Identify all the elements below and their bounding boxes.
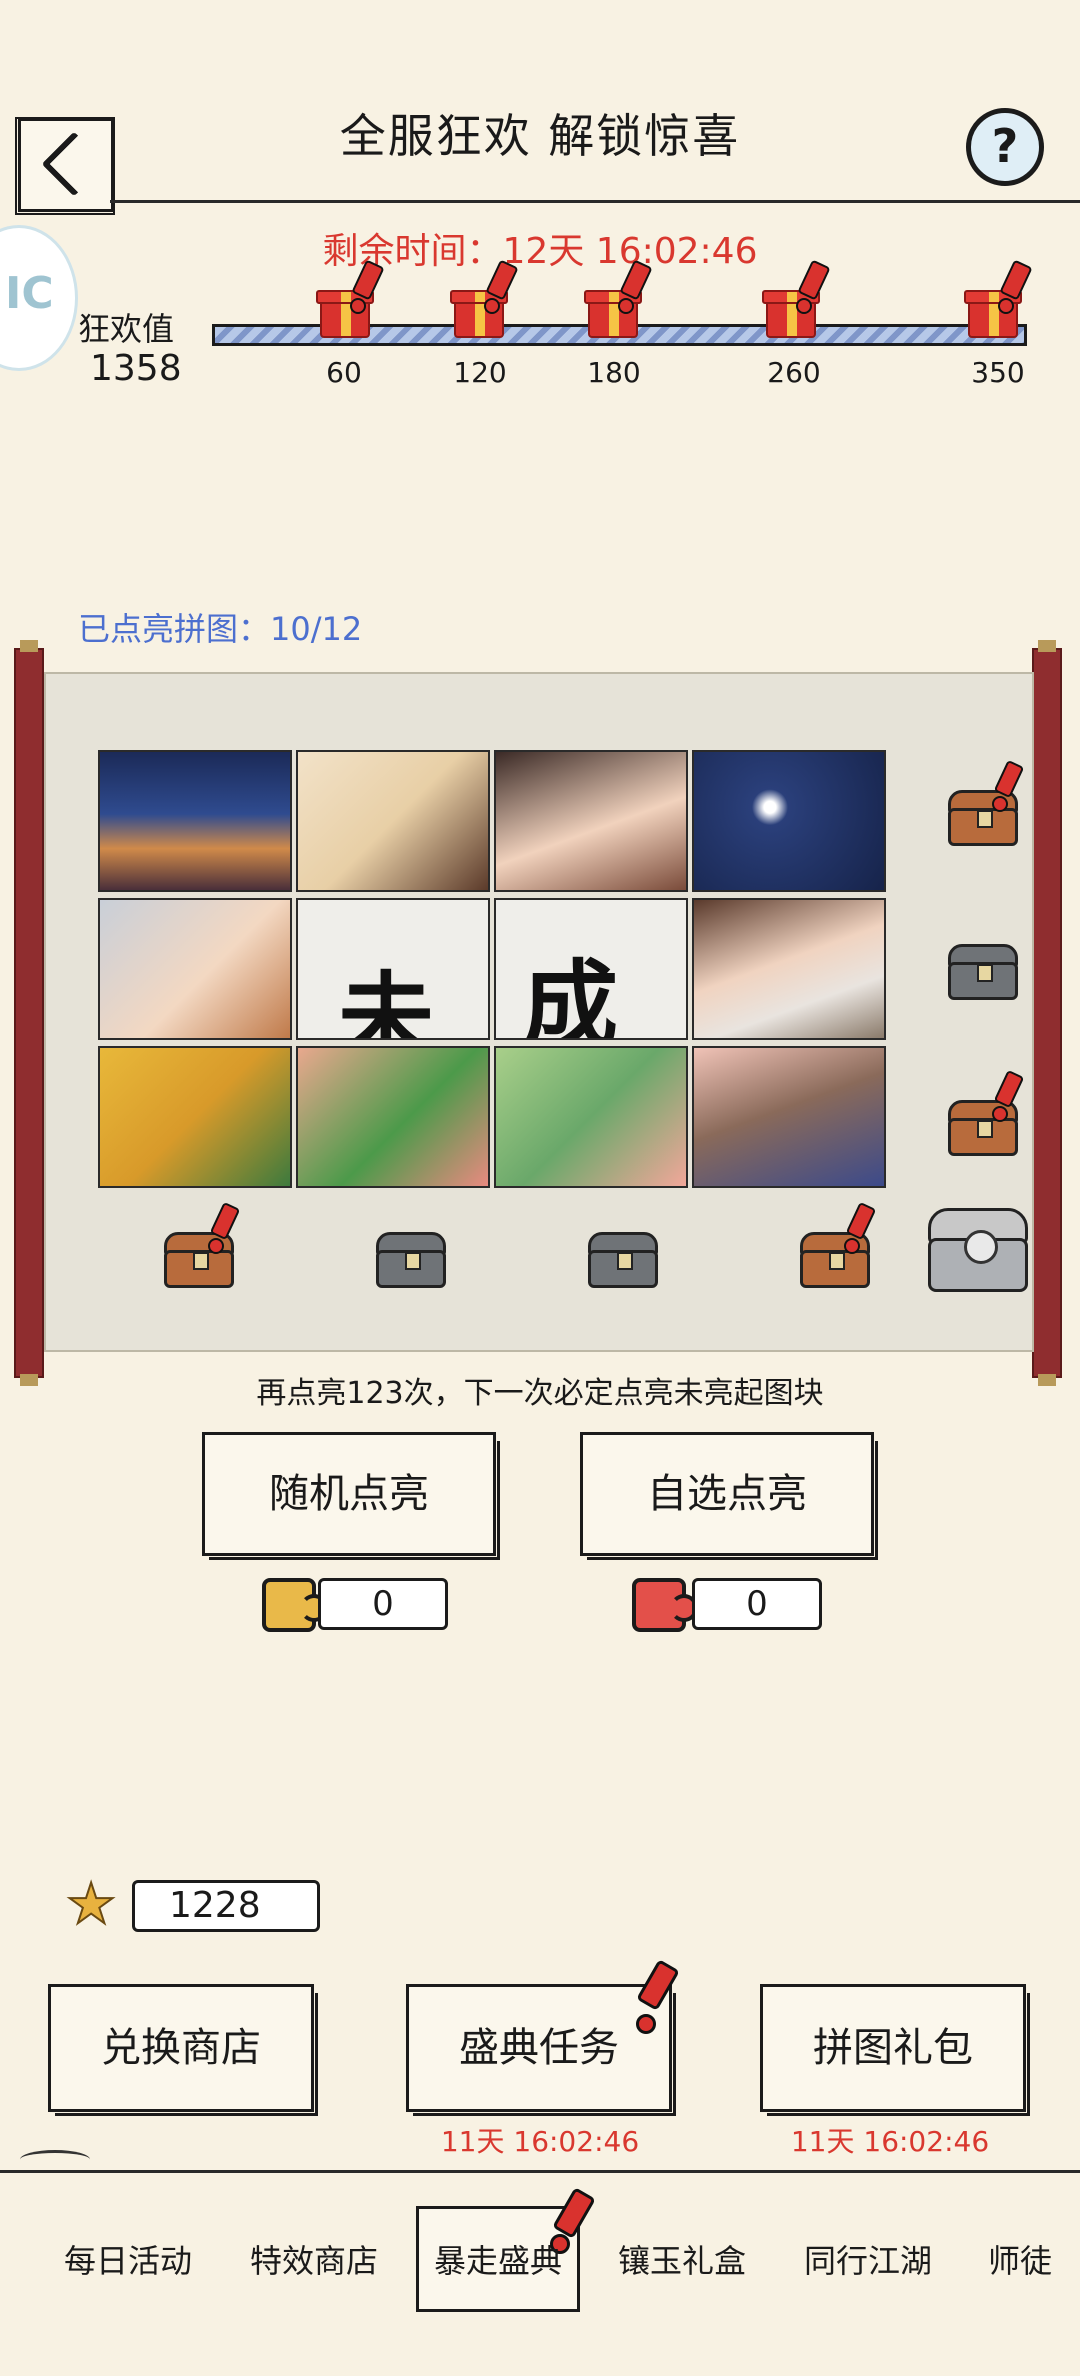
column-reward-chest[interactable] xyxy=(800,1201,877,1288)
milestone-label: 180 xyxy=(587,356,641,389)
ink-swirl-decoration xyxy=(20,2150,90,2169)
row-reward-chest[interactable] xyxy=(948,759,1025,846)
pack-deadline: 11天 16:02:46 xyxy=(790,2125,990,2158)
alert-dot-icon xyxy=(636,2014,656,2034)
nav-tab-mentorship[interactable]: 师徒 xyxy=(988,2236,1052,2282)
milestone-gift-3[interactable] xyxy=(582,259,653,338)
column-reward-chest[interactable] xyxy=(164,1201,241,1288)
puzzle-tile[interactable] xyxy=(494,750,688,892)
red-puzzle-piece-icon xyxy=(632,1578,698,1632)
lock-icon xyxy=(977,964,993,982)
puzzle-tile[interactable] xyxy=(296,750,490,892)
milestone-label: 260 xyxy=(767,356,821,389)
grand-reward-chest[interactable] xyxy=(928,1208,1028,1292)
milestone-label: 60 xyxy=(326,356,362,389)
column-reward-chest[interactable] xyxy=(588,1232,658,1288)
exchange-shop-button[interactable]: 兑换商店 xyxy=(48,1984,318,2116)
lock-icon xyxy=(617,1252,633,1270)
side-badge-label: IC xyxy=(5,268,54,319)
milestone-gift-5[interactable] xyxy=(962,259,1033,338)
nav-tab-jade-giftbox[interactable]: 镶玉礼盒 xyxy=(618,2236,746,2282)
nav-tab-fellow-jianghu[interactable]: 同行江湖 xyxy=(804,2236,932,2282)
puzzle-pack-button[interactable]: 拼图礼包 xyxy=(760,1984,1030,2116)
lock-icon xyxy=(829,1252,845,1270)
column-reward-chest[interactable] xyxy=(376,1232,446,1288)
lit-puzzle-count: 已点亮拼图：10/12 xyxy=(78,610,363,648)
remaining-time: 剩余时间：12天 16:02:46 xyxy=(322,231,758,272)
lock-icon xyxy=(977,810,993,828)
alert-icon xyxy=(552,2187,596,2239)
carnival-value: 1358 xyxy=(90,348,182,389)
milestone-gift-2[interactable] xyxy=(448,259,519,338)
lock-icon xyxy=(977,1120,993,1138)
lock-icon xyxy=(193,1252,209,1270)
milestone-gift-4[interactable] xyxy=(760,259,831,338)
guarantee-hint: 再点亮123次，下一次必定点亮未亮起图块 xyxy=(256,1376,824,1411)
dragon-emblem-icon xyxy=(964,1230,998,1264)
choose-light-count: 0 xyxy=(692,1578,822,1630)
puzzle-tile[interactable] xyxy=(692,1046,886,1188)
scroll-rod-right xyxy=(1032,640,1062,1386)
row-reward-chest[interactable] xyxy=(948,944,1018,1000)
gold-puzzle-piece-icon xyxy=(262,1578,328,1632)
nav-tab-daily-activity[interactable]: 每日活动 xyxy=(64,2236,192,2282)
random-light-count: 0 xyxy=(318,1578,448,1630)
carnival-label: 狂欢值 xyxy=(78,310,175,348)
nav-tab-rampage-ceremony[interactable]: 暴走盛典 xyxy=(434,2236,562,2282)
nav-divider xyxy=(0,2170,1080,2173)
milestone-label: 350 xyxy=(971,356,1025,389)
puzzle-tile[interactable] xyxy=(98,1046,292,1188)
puzzle-tile-unlit[interactable]: 成 xyxy=(494,898,688,1040)
tasks-deadline: 11天 16:02:46 xyxy=(440,2125,640,2158)
page-title: 全服狂欢 解锁惊喜 xyxy=(339,109,741,163)
random-light-button[interactable]: 随机点亮 xyxy=(202,1432,500,1560)
milestone-gift-1[interactable] xyxy=(314,259,385,338)
lock-icon xyxy=(405,1252,421,1270)
puzzle-tile[interactable] xyxy=(692,750,886,892)
star-currency-value: 1228 xyxy=(132,1880,320,1932)
scroll-rod-left xyxy=(14,640,44,1386)
nav-tab-effects-shop[interactable]: 特效商店 xyxy=(250,2236,378,2282)
puzzle-tile[interactable] xyxy=(98,750,292,892)
puzzle-tile[interactable] xyxy=(98,898,292,1040)
puzzle-tile[interactable] xyxy=(494,1046,688,1188)
puzzle-tile[interactable] xyxy=(296,1046,490,1188)
ceremony-tasks-button[interactable]: 盛典任务 xyxy=(406,1984,676,2116)
help-button[interactable]: ? xyxy=(966,108,1044,186)
choose-light-button[interactable]: 自选点亮 xyxy=(580,1432,878,1560)
help-icon: ? xyxy=(991,119,1019,173)
unlit-tile-glyph: 成 xyxy=(522,949,618,1040)
row-reward-chest[interactable] xyxy=(948,1069,1025,1156)
puzzle-tile[interactable] xyxy=(692,898,886,1040)
puzzle-tile-unlit[interactable]: 未 xyxy=(296,898,490,1040)
milestone-label: 120 xyxy=(453,356,507,389)
star-currency-icon: ★ xyxy=(65,1871,117,1938)
header-divider xyxy=(110,200,1080,203)
unlit-tile-glyph: 未 xyxy=(338,961,434,1040)
alert-icon xyxy=(636,1959,680,2011)
